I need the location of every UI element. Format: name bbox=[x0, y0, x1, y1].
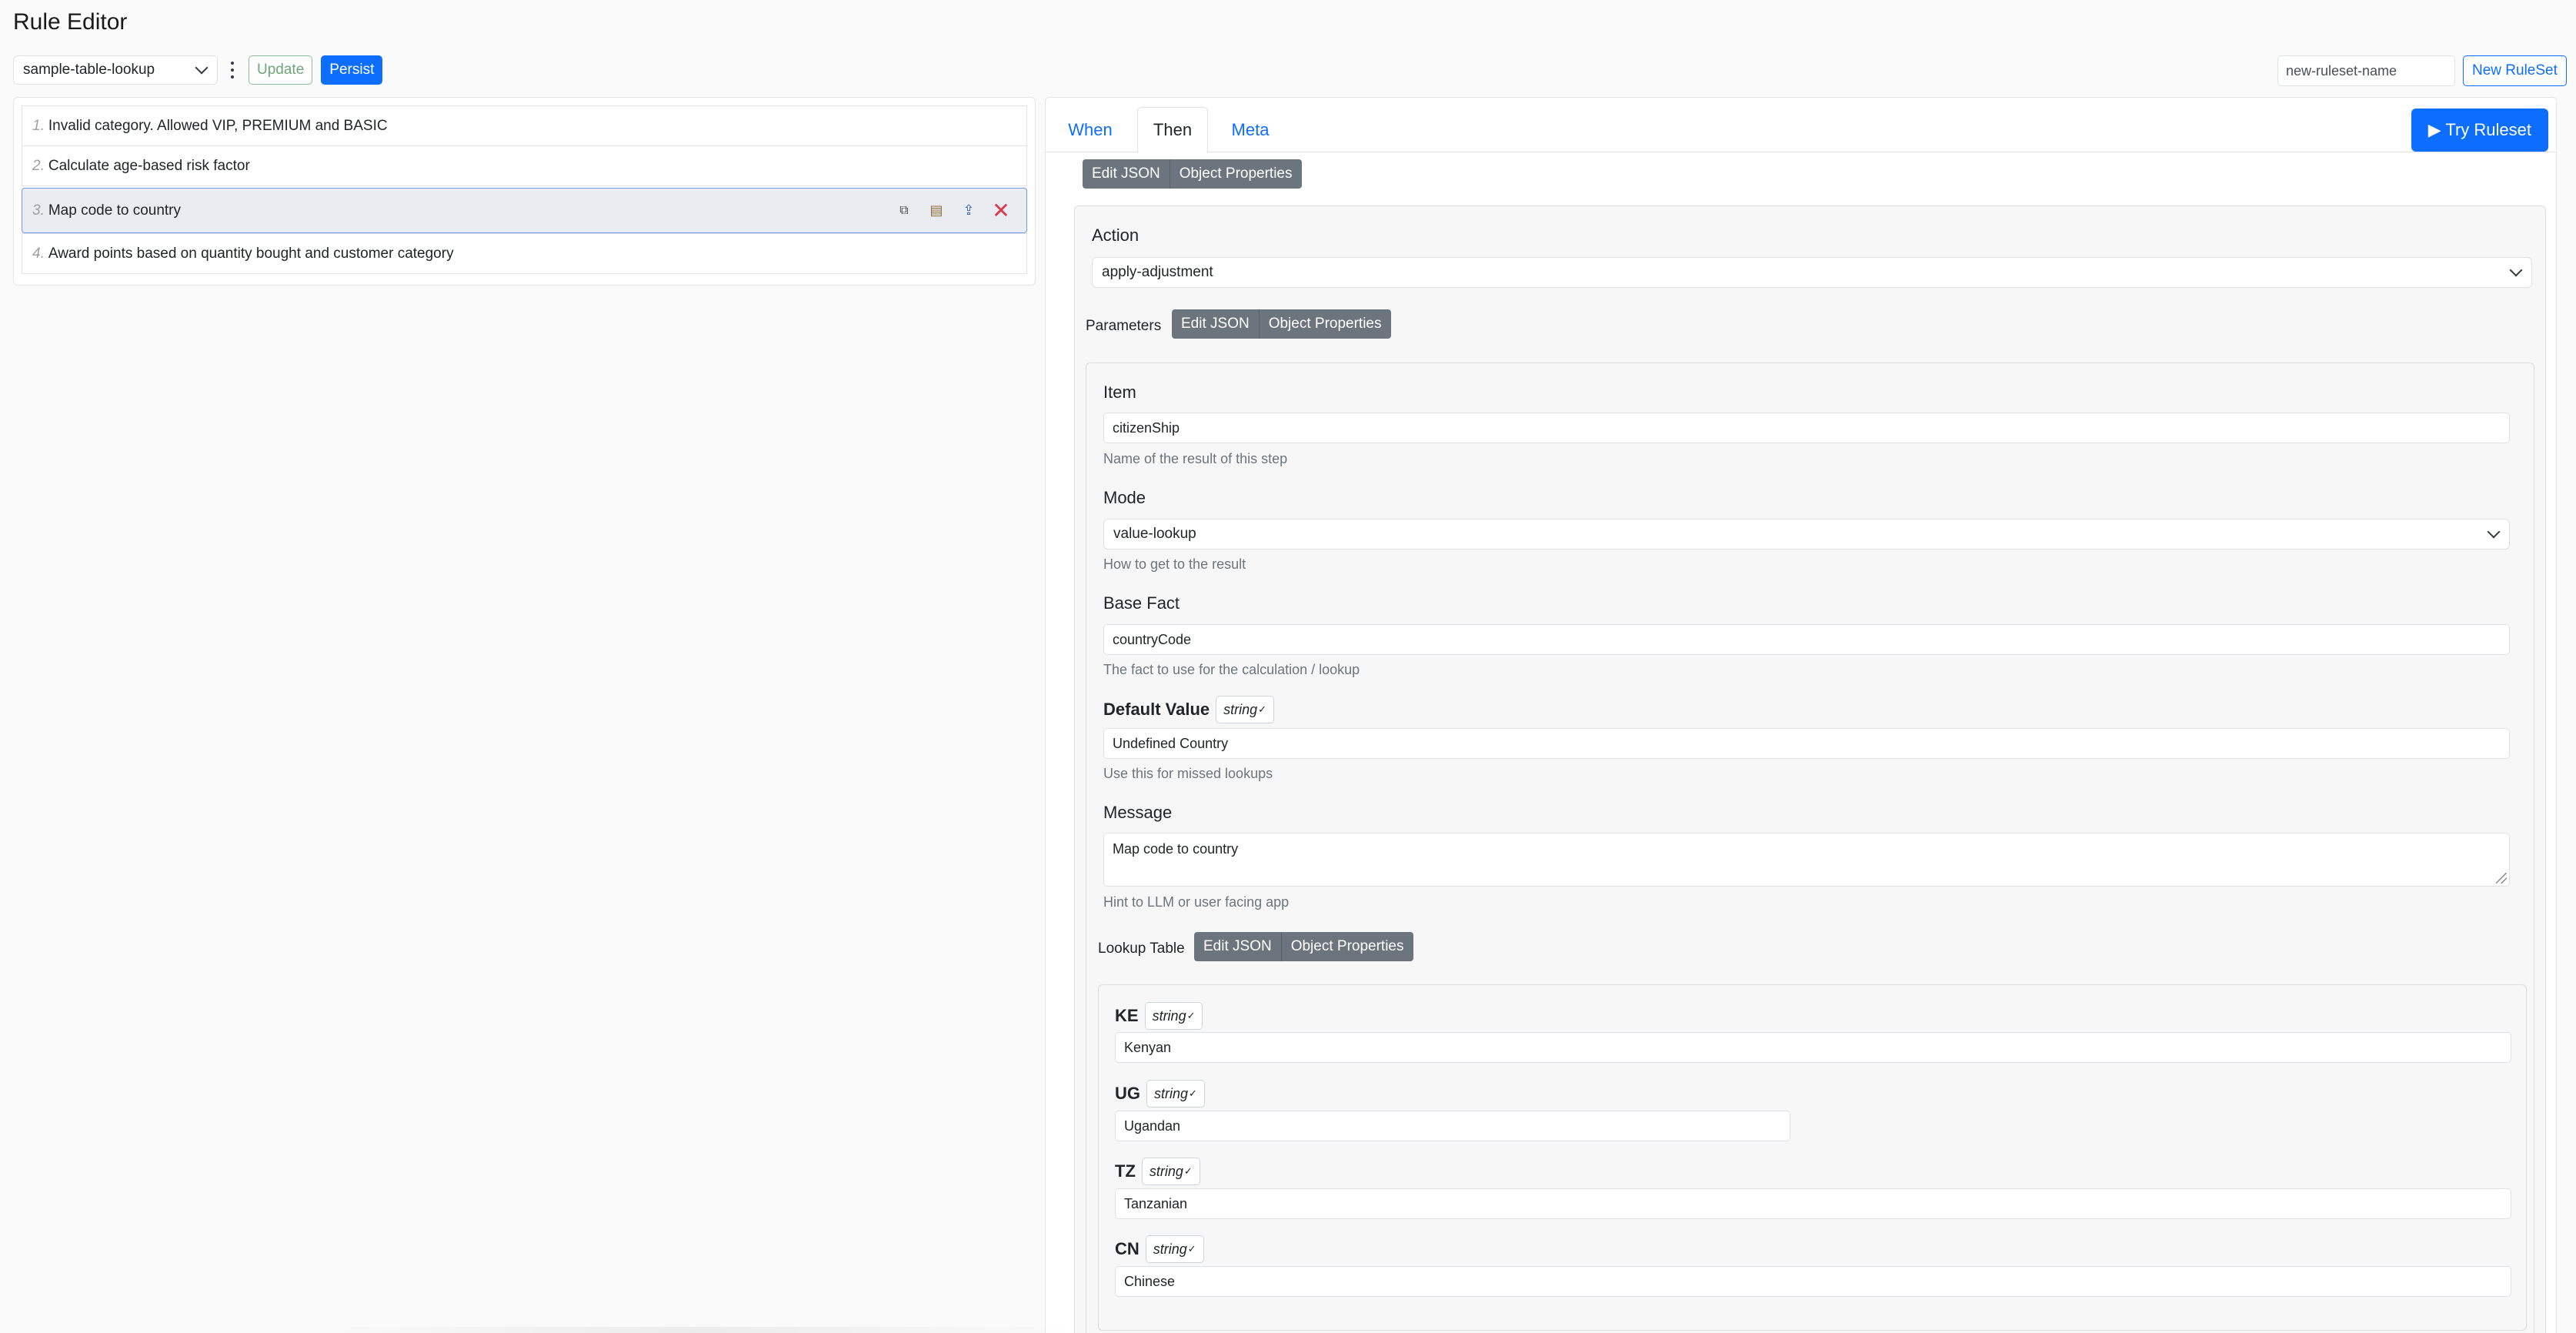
check-icon: ✓ bbox=[1183, 1165, 1193, 1177]
tab-meta[interactable]: Meta bbox=[1223, 107, 1278, 152]
rule-actions: ⧉ ▤ ⇪ ✕ bbox=[896, 189, 1009, 232]
rule-editor-panel: When Then Meta ▶ Try Ruleset Edit JSON O… bbox=[1045, 97, 2557, 1333]
rule-item-3[interactable]: 3. Map code to country ⧉ ▤ ⇪ ✕ bbox=[22, 188, 1027, 233]
check-icon: ✓ bbox=[1189, 1087, 1197, 1099]
lookup-type-dropdown[interactable]: string ✓ bbox=[1144, 1002, 1203, 1030]
object-properties-button[interactable]: Object Properties bbox=[1258, 309, 1391, 339]
chevron-down-icon bbox=[2509, 263, 2523, 277]
action-select[interactable]: apply-adjustment bbox=[1092, 257, 2532, 288]
edit-json-button[interactable]: Edit JSON bbox=[1083, 159, 1170, 189]
try-ruleset-button[interactable]: ▶ Try Ruleset bbox=[2411, 109, 2548, 152]
then-card: Action apply-adjustment Parameters Edit … bbox=[1074, 205, 2546, 1333]
lookup-table-card: KE string ✓ Kenyan UG string ✓ Ugandan T… bbox=[1098, 984, 2527, 1331]
rule-label: Calculate age-based risk factor bbox=[48, 157, 250, 174]
page-title: Rule Editor bbox=[13, 9, 128, 35]
message-help: Hint to LLM or user facing app bbox=[1103, 894, 1290, 910]
update-button[interactable]: Update bbox=[249, 55, 313, 85]
new-ruleset-button[interactable]: New RuleSet bbox=[2463, 55, 2567, 86]
ruleset-select[interactable]: sample-table-lookup bbox=[13, 55, 218, 85]
tab-bar: When Then Meta bbox=[1046, 107, 2556, 153]
base-fact-label: Base Fact bbox=[1103, 593, 1180, 613]
mode-help: How to get to the result bbox=[1103, 556, 1246, 572]
lookup-key-ug: UG string ✓ bbox=[1115, 1080, 1205, 1107]
message-textarea[interactable]: Map code to country bbox=[1103, 833, 2510, 887]
default-value-help: Use this for missed lookups bbox=[1103, 766, 1273, 781]
object-properties-button[interactable]: Object Properties bbox=[1169, 159, 1302, 189]
check-icon: ✓ bbox=[1258, 703, 1267, 715]
tab-when[interactable]: When bbox=[1061, 107, 1119, 152]
parameters-view-toggle: Edit JSON Object Properties bbox=[1172, 309, 1391, 339]
action-label: Action bbox=[1092, 226, 1140, 245]
rule-label: Award points based on quantity bought an… bbox=[48, 245, 454, 262]
mode-select[interactable]: value-lookup bbox=[1103, 519, 2510, 550]
lookup-table-view-toggle: Edit JSON Object Properties bbox=[1194, 932, 1413, 961]
chevron-down-icon bbox=[195, 61, 209, 75]
tab-then[interactable]: Then bbox=[1137, 107, 1208, 153]
rule-item-4[interactable]: 4. Award points based on quantity bought… bbox=[22, 233, 1027, 274]
more-options-icon[interactable] bbox=[224, 55, 241, 85]
parameters-card: Item citizenShip Name of the result of t… bbox=[1086, 362, 2534, 1333]
new-ruleset-name-input[interactable]: new-ruleset-name bbox=[2277, 55, 2455, 86]
edit-json-button[interactable]: Edit JSON bbox=[1194, 932, 1281, 961]
window-bottom-shadow bbox=[308, 1327, 1077, 1333]
lookup-table-label: Lookup Table bbox=[1098, 940, 1185, 957]
lookup-value-input-ug[interactable]: Ugandan bbox=[1115, 1111, 1790, 1141]
lookup-value-input-ke[interactable]: Kenyan bbox=[1115, 1032, 2511, 1063]
item-label: Item bbox=[1103, 383, 1136, 402]
toolbar: sample-table-lookup Update Persist bbox=[13, 55, 383, 85]
rule-label: Map code to country bbox=[48, 202, 182, 219]
default-value-type-dropdown[interactable]: string ✓ bbox=[1216, 696, 1275, 723]
default-value-label: Default Value string ✓ bbox=[1103, 696, 1275, 723]
lookup-key-tz: TZ string ✓ bbox=[1115, 1158, 1200, 1185]
edit-json-button[interactable]: Edit JSON bbox=[1172, 309, 1259, 339]
rule-list-panel: 1. Invalid category. Allowed VIP, PREMIU… bbox=[13, 97, 1036, 286]
check-icon: ✓ bbox=[1186, 1010, 1196, 1021]
list-icon[interactable]: ▤ bbox=[928, 202, 945, 219]
lookup-value-input-cn[interactable]: Chinese bbox=[1115, 1266, 2511, 1297]
chevron-down-icon bbox=[2487, 525, 2501, 539]
base-fact-help: The fact to use for the calculation / lo… bbox=[1103, 662, 1360, 677]
upload-icon[interactable]: ⇪ bbox=[960, 202, 977, 219]
copy-icon[interactable]: ⧉ bbox=[896, 202, 913, 219]
ruleset-select-value: sample-table-lookup bbox=[23, 62, 155, 78]
lookup-type-dropdown[interactable]: string ✓ bbox=[1146, 1080, 1205, 1107]
rule-label: Invalid category. Allowed VIP, PREMIUM a… bbox=[48, 117, 388, 134]
parameters-label: Parameters bbox=[1086, 318, 1162, 334]
then-view-toggle: Edit JSON Object Properties bbox=[1083, 159, 1302, 189]
check-icon: ✓ bbox=[1187, 1243, 1196, 1254]
close-icon[interactable]: ✕ bbox=[992, 199, 1009, 222]
item-input[interactable]: citizenShip bbox=[1103, 413, 2510, 443]
object-properties-button[interactable]: Object Properties bbox=[1280, 932, 1413, 961]
item-help: Name of the result of this step bbox=[1103, 451, 1288, 466]
lookup-key-cn: CN string ✓ bbox=[1115, 1235, 1204, 1263]
persist-button[interactable]: Persist bbox=[321, 55, 383, 85]
default-value-input[interactable]: Undefined Country bbox=[1103, 728, 2510, 759]
resize-handle-icon[interactable] bbox=[2496, 873, 2507, 884]
rule-item-2[interactable]: 2. Calculate age-based risk factor bbox=[22, 145, 1027, 186]
lookup-type-dropdown[interactable]: string ✓ bbox=[1145, 1235, 1204, 1263]
lookup-value-input-tz[interactable]: Tanzanian bbox=[1115, 1188, 2511, 1219]
mode-label: Mode bbox=[1103, 488, 1146, 507]
message-label: Message bbox=[1103, 803, 1173, 822]
base-fact-input[interactable]: countryCode bbox=[1103, 624, 2510, 655]
rule-item-1[interactable]: 1. Invalid category. Allowed VIP, PREMIU… bbox=[22, 105, 1027, 146]
lookup-type-dropdown[interactable]: string ✓ bbox=[1141, 1158, 1200, 1185]
lookup-key-ke: KE string ✓ bbox=[1115, 1002, 1203, 1030]
